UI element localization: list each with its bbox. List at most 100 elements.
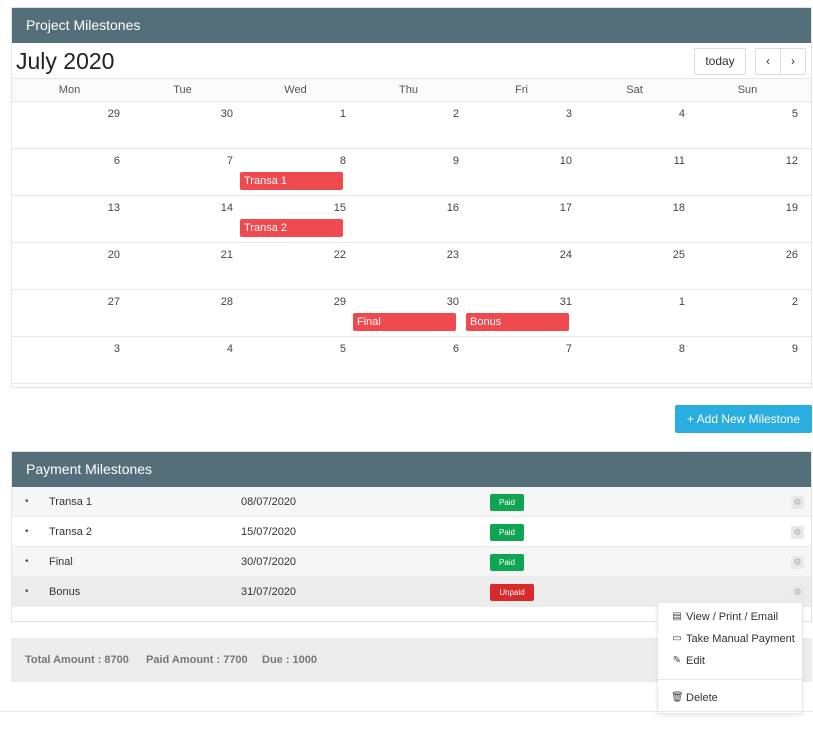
- add-new-milestone-button[interactable]: + Add New Milestone: [675, 405, 812, 433]
- calendar-day[interactable]: 23: [352, 243, 465, 290]
- day-number: 4: [678, 108, 685, 120]
- day-number: 31: [559, 296, 572, 308]
- day-number: 7: [565, 343, 572, 355]
- today-button[interactable]: today: [694, 48, 746, 75]
- day-number: 15: [333, 202, 346, 214]
- calendar-day[interactable]: 11: [578, 149, 691, 196]
- calendar-day[interactable]: 26: [691, 243, 804, 290]
- menu-item-take-manual-payment[interactable]: ▭ Take Manual Payment: [658, 628, 802, 650]
- day-number: 9: [452, 155, 459, 167]
- payment-row: • Transa 1 08/07/2020 Paid ⚙: [12, 487, 811, 517]
- calendar-day[interactable]: 10: [465, 149, 578, 196]
- row-bullet: •: [25, 496, 29, 507]
- day-number: 5: [339, 343, 346, 355]
- milestone-action-menu: ▤ View / Print / Email ▭ Take Manual Pay…: [657, 602, 803, 714]
- project-milestones-panel: Project Milestones July 2020 today ‹ › M…: [11, 7, 812, 388]
- calendar-day[interactable]: 22: [239, 243, 352, 290]
- next-month-button[interactable]: ›: [780, 48, 806, 75]
- calendar-day[interactable]: 1: [578, 290, 691, 337]
- total-amount: Total Amount : 8700: [25, 654, 129, 666]
- day-number: 9: [791, 343, 798, 355]
- day-number: 17: [559, 202, 572, 214]
- row-bullet: •: [25, 556, 29, 567]
- day-number: 25: [672, 249, 685, 261]
- dow-wed: Wed: [284, 84, 307, 96]
- gear-icon[interactable]: ⚙: [791, 586, 804, 599]
- day-number: 8: [339, 155, 346, 167]
- calendar-day[interactable]: 2: [691, 290, 804, 337]
- dow-fri: Fri: [515, 84, 528, 96]
- gear-icon[interactable]: ⚙: [791, 526, 804, 539]
- calendar-day[interactable]: 5: [239, 337, 352, 384]
- calendar-day[interactable]: 16: [352, 196, 465, 243]
- calendar-day[interactable]: 4: [578, 102, 691, 149]
- gear-icon[interactable]: ⚙: [791, 496, 804, 509]
- menu-item-delete[interactable]: 🗑 Delete: [658, 687, 802, 709]
- gear-icon[interactable]: ⚙: [791, 556, 804, 569]
- calendar-day[interactable]: 8: [578, 337, 691, 384]
- calendar-day[interactable]: 21: [126, 243, 239, 290]
- day-number: 4: [226, 343, 233, 355]
- day-number: 30: [446, 296, 459, 308]
- calendar-day[interactable]: 25: [578, 243, 691, 290]
- payment-name: Final: [49, 556, 73, 568]
- calendar-day[interactable]: 30: [126, 102, 239, 149]
- day-number: 7: [226, 155, 233, 167]
- day-number: 1: [339, 108, 346, 120]
- dow-sun: Sun: [737, 84, 758, 96]
- calendar-day[interactable]: 27: [13, 290, 126, 337]
- calendar-day[interactable]: 5: [691, 102, 804, 149]
- day-number: 16: [446, 202, 459, 214]
- calendar-day[interactable]: 6: [13, 149, 126, 196]
- calendar-day[interactable]: 6: [352, 337, 465, 384]
- calendar-day[interactable]: 7: [126, 149, 239, 196]
- day-number: 22: [333, 249, 346, 261]
- day-number: 6: [113, 155, 120, 167]
- calendar-week: 6 7 8 9 10 11 12 Transa 1: [12, 149, 811, 196]
- calendar-day[interactable]: 2: [352, 102, 465, 149]
- status-badge: Paid: [490, 554, 524, 571]
- calendar-day[interactable]: 29: [13, 102, 126, 149]
- trash-icon: 🗑: [671, 692, 684, 703]
- calendar-week: 13 14 15 16 17 18 19 Transa 2: [12, 196, 811, 243]
- day-number: 14: [220, 202, 233, 214]
- calendar-day[interactable]: 7: [465, 337, 578, 384]
- day-number: 29: [107, 108, 120, 120]
- payment-date: 15/07/2020: [241, 526, 297, 538]
- calendar-day[interactable]: 24: [465, 243, 578, 290]
- day-number: 2: [452, 108, 459, 120]
- prev-month-button[interactable]: ‹: [755, 48, 781, 75]
- payment-name: Bonus: [49, 586, 81, 598]
- calendar-day[interactable]: 13: [13, 196, 126, 243]
- payment-date: 31/07/2020: [241, 586, 297, 598]
- day-number: 19: [785, 202, 798, 214]
- dow-sat: Sat: [626, 84, 643, 96]
- status-badge: Paid: [490, 524, 524, 541]
- calendar-event[interactable]: Transa 1: [240, 172, 343, 190]
- calendar-day[interactable]: 1: [239, 102, 352, 149]
- payment-milestones-panel: Payment Milestones • Transa 1 08/07/2020 Pa…: [11, 451, 812, 622]
- calendar-day[interactable]: 3: [465, 102, 578, 149]
- calendar-day[interactable]: 4: [126, 337, 239, 384]
- calendar-event[interactable]: Transa 2: [240, 219, 343, 237]
- calendar-day[interactable]: 19: [691, 196, 804, 243]
- calendar-toolbar: July 2020 today ‹ ›: [12, 43, 811, 78]
- calendar-day[interactable]: 3: [13, 337, 126, 384]
- day-number: 5: [791, 108, 798, 120]
- calendar-day[interactable]: 9: [352, 149, 465, 196]
- calendar-day[interactable]: 29: [239, 290, 352, 337]
- calendar-day[interactable]: 20: [13, 243, 126, 290]
- calendar-event[interactable]: Bonus: [466, 313, 569, 331]
- calendar-day[interactable]: 14: [126, 196, 239, 243]
- calendar-day[interactable]: 9: [691, 337, 804, 384]
- calendar-day[interactable]: 18: [578, 196, 691, 243]
- calendar-day[interactable]: 17: [465, 196, 578, 243]
- calendar-event[interactable]: Final: [353, 313, 456, 331]
- calendar-day[interactable]: 12: [691, 149, 804, 196]
- calendar-day[interactable]: 28: [126, 290, 239, 337]
- menu-item-view-print-email[interactable]: ▤ View / Print / Email: [658, 606, 802, 628]
- paid-amount: Paid Amount : 7700: [146, 654, 248, 666]
- menu-item-edit[interactable]: ✎ Edit: [658, 650, 802, 672]
- row-bullet: •: [25, 586, 29, 597]
- day-number: 29: [333, 296, 346, 308]
